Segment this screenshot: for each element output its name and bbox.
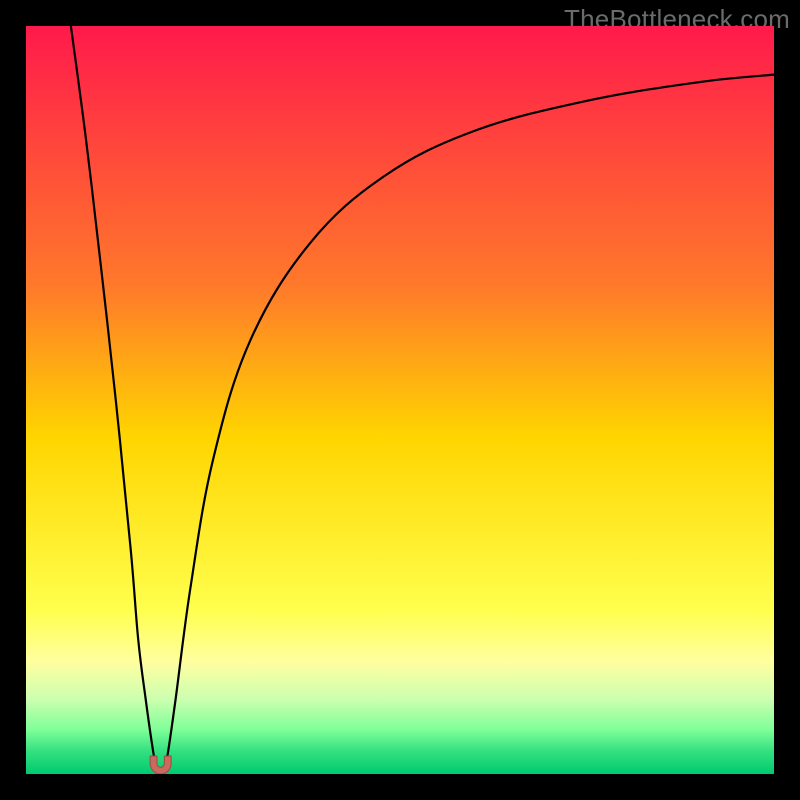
chart-frame: TheBottleneck.com — [0, 0, 800, 800]
gradient-plane — [26, 26, 774, 774]
bottleneck-chart — [26, 26, 774, 774]
